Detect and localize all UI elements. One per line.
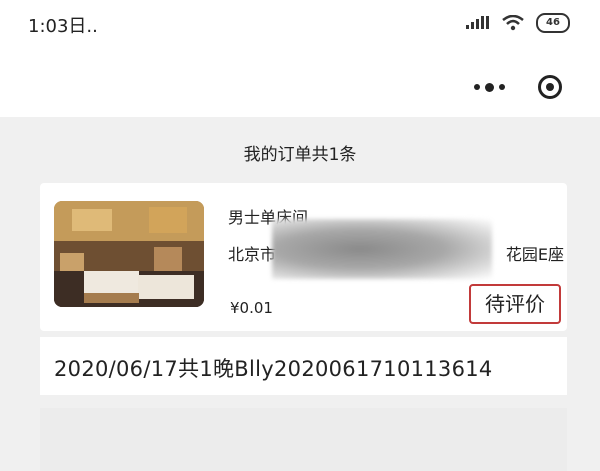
address-start: 北京市	[228, 245, 277, 264]
address-end: 花园E座	[505, 245, 564, 264]
hotel-address: 北京市 花园E座	[228, 219, 564, 279]
more-dots-icon[interactable]	[474, 82, 505, 92]
order-info-row: 2020/06/17共1晚Blly2020061710113614	[40, 337, 567, 395]
status-bar: 1:03日.. 46	[0, 0, 600, 52]
order-info-text: 2020/06/17共1晚Blly2020061710113614	[54, 357, 493, 381]
status-icons: 46	[466, 13, 570, 33]
order-price: ¥0.01	[230, 299, 273, 317]
status-time: 1:03日..	[28, 16, 98, 37]
nav-bar	[0, 52, 600, 117]
mini-program-capsule	[460, 70, 576, 104]
bottom-card	[40, 408, 567, 471]
pending-review-button[interactable]: 待评价	[469, 284, 561, 324]
target-circle-icon[interactable]	[538, 75, 562, 99]
order-card[interactable]: 男士单床间 北京市 花园E座 ¥0.01 待评价	[40, 183, 567, 331]
battery-icon: 46	[536, 13, 570, 33]
signal-icon	[466, 16, 489, 29]
redacted-area	[272, 219, 492, 279]
order-summary: 我的订单共1条	[243, 145, 357, 165]
room-thumbnail	[54, 201, 204, 307]
wifi-icon	[502, 15, 524, 31]
